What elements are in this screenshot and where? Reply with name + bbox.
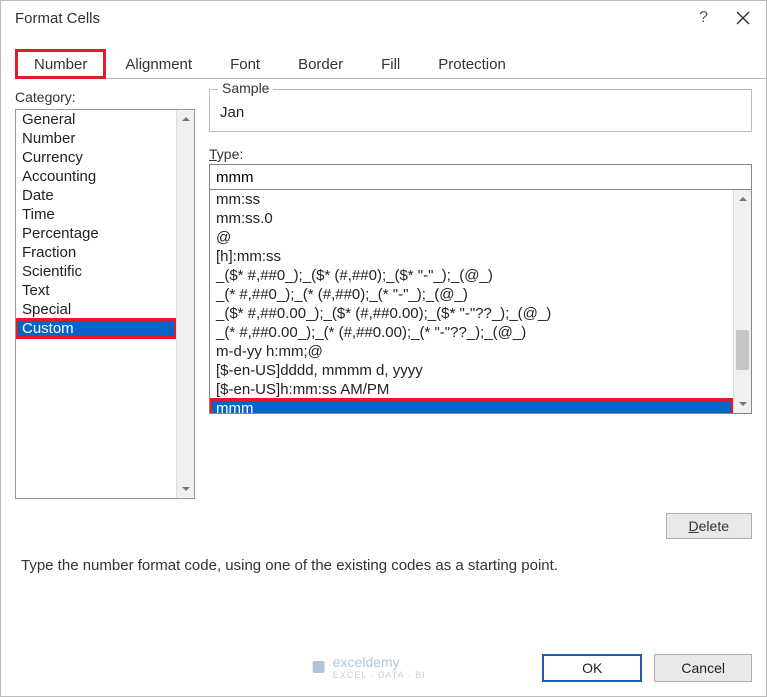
tab-fill[interactable]: Fill — [362, 49, 419, 79]
sample-label: Sample — [218, 80, 273, 96]
type-item[interactable]: [h]:mm:ss — [210, 247, 733, 266]
ok-button[interactable]: OK — [542, 654, 642, 682]
type-item[interactable]: [$-en-US]dddd, mmmm d, yyyy — [210, 361, 733, 380]
type-label: Type: — [209, 146, 752, 162]
category-item[interactable]: Date — [16, 186, 176, 205]
type-item[interactable]: _($* #,##0_);_($* (#,##0);_($* "-"_);_(@… — [210, 266, 733, 285]
help-icon[interactable]: ? — [699, 9, 708, 27]
scroll-down-icon[interactable] — [734, 395, 752, 413]
scroll-up-icon[interactable] — [734, 190, 752, 208]
category-item[interactable]: Currency — [16, 148, 176, 167]
body-area: Category: General Number Currency Accoun… — [1, 79, 766, 499]
category-item[interactable]: Accounting — [16, 167, 176, 186]
type-item[interactable]: [$-en-US]h:mm:ss AM/PM — [210, 380, 733, 399]
category-items: General Number Currency Accounting Date … — [16, 110, 176, 498]
category-label: Category: — [15, 89, 195, 105]
type-scrollbar[interactable] — [733, 190, 751, 413]
watermark-sub: EXCEL · DATA · BI — [333, 670, 426, 680]
titlebar: Format Cells ? — [1, 1, 766, 35]
right-column: Sample Jan Type: mm:ss mm:ss.0 @ [h]:mm:… — [209, 89, 752, 499]
delete-row: Delete — [1, 513, 766, 539]
category-item-custom[interactable]: Custom — [16, 319, 176, 338]
type-item[interactable]: _(* #,##0_);_(* (#,##0);_(* "-"_);_(@_) — [210, 285, 733, 304]
tab-row: Number Alignment Font Border Fill Protec… — [15, 49, 766, 79]
type-item[interactable]: m-d-yy h:mm;@ — [210, 342, 733, 361]
category-scrollbar[interactable] — [176, 110, 194, 498]
category-column: Category: General Number Currency Accoun… — [15, 89, 195, 499]
tab-font[interactable]: Font — [211, 49, 279, 79]
tab-border[interactable]: Border — [279, 49, 362, 79]
watermark-brand: exceldemy — [333, 654, 426, 670]
type-item-selected[interactable]: mmm — [210, 399, 733, 413]
category-item[interactable]: Fraction — [16, 243, 176, 262]
type-item[interactable]: mm:ss — [210, 190, 733, 209]
cancel-button[interactable]: Cancel — [654, 654, 752, 682]
footer-buttons: OK Cancel — [542, 654, 752, 682]
tab-alignment[interactable]: Alignment — [106, 49, 211, 79]
tab-protection[interactable]: Protection — [419, 49, 525, 79]
type-item[interactable]: @ — [210, 228, 733, 247]
type-list[interactable]: mm:ss mm:ss.0 @ [h]:mm:ss _($* #,##0_);_… — [209, 190, 752, 414]
dialog-title: Format Cells — [15, 10, 699, 27]
sample-value: Jan — [220, 96, 741, 121]
type-item[interactable]: _(* #,##0.00_);_(* (#,##0.00);_(* "-"??_… — [210, 323, 733, 342]
category-item[interactable]: Special — [16, 300, 176, 319]
type-input[interactable] — [209, 164, 752, 190]
delete-button[interactable]: Delete — [666, 513, 752, 539]
scroll-up-icon[interactable] — [177, 110, 195, 128]
category-item[interactable]: General — [16, 110, 176, 129]
type-item[interactable]: _($* #,##0.00_);_($* (#,##0.00);_($* "-"… — [210, 304, 733, 323]
format-cells-dialog: Format Cells ? Number Alignment Font Bor… — [0, 0, 767, 697]
category-item[interactable]: Percentage — [16, 224, 176, 243]
sample-box: Sample Jan — [209, 89, 752, 132]
category-item[interactable]: Scientific — [16, 262, 176, 281]
category-item[interactable]: Text — [16, 281, 176, 300]
category-list[interactable]: General Number Currency Accounting Date … — [15, 109, 195, 499]
watermark: exceldemy EXCEL · DATA · BI — [311, 654, 426, 680]
type-items: mm:ss mm:ss.0 @ [h]:mm:ss _($* #,##0_);_… — [210, 190, 733, 413]
hint-text: Type the number format code, using one o… — [21, 557, 746, 574]
type-item[interactable]: mm:ss.0 — [210, 209, 733, 228]
scrollbar-thumb[interactable] — [736, 330, 749, 370]
category-item[interactable]: Number — [16, 129, 176, 148]
category-item[interactable]: Time — [16, 205, 176, 224]
watermark-icon — [311, 659, 327, 675]
tab-number[interactable]: Number — [15, 49, 106, 79]
scroll-down-icon[interactable] — [177, 480, 195, 498]
close-icon[interactable] — [720, 3, 766, 33]
